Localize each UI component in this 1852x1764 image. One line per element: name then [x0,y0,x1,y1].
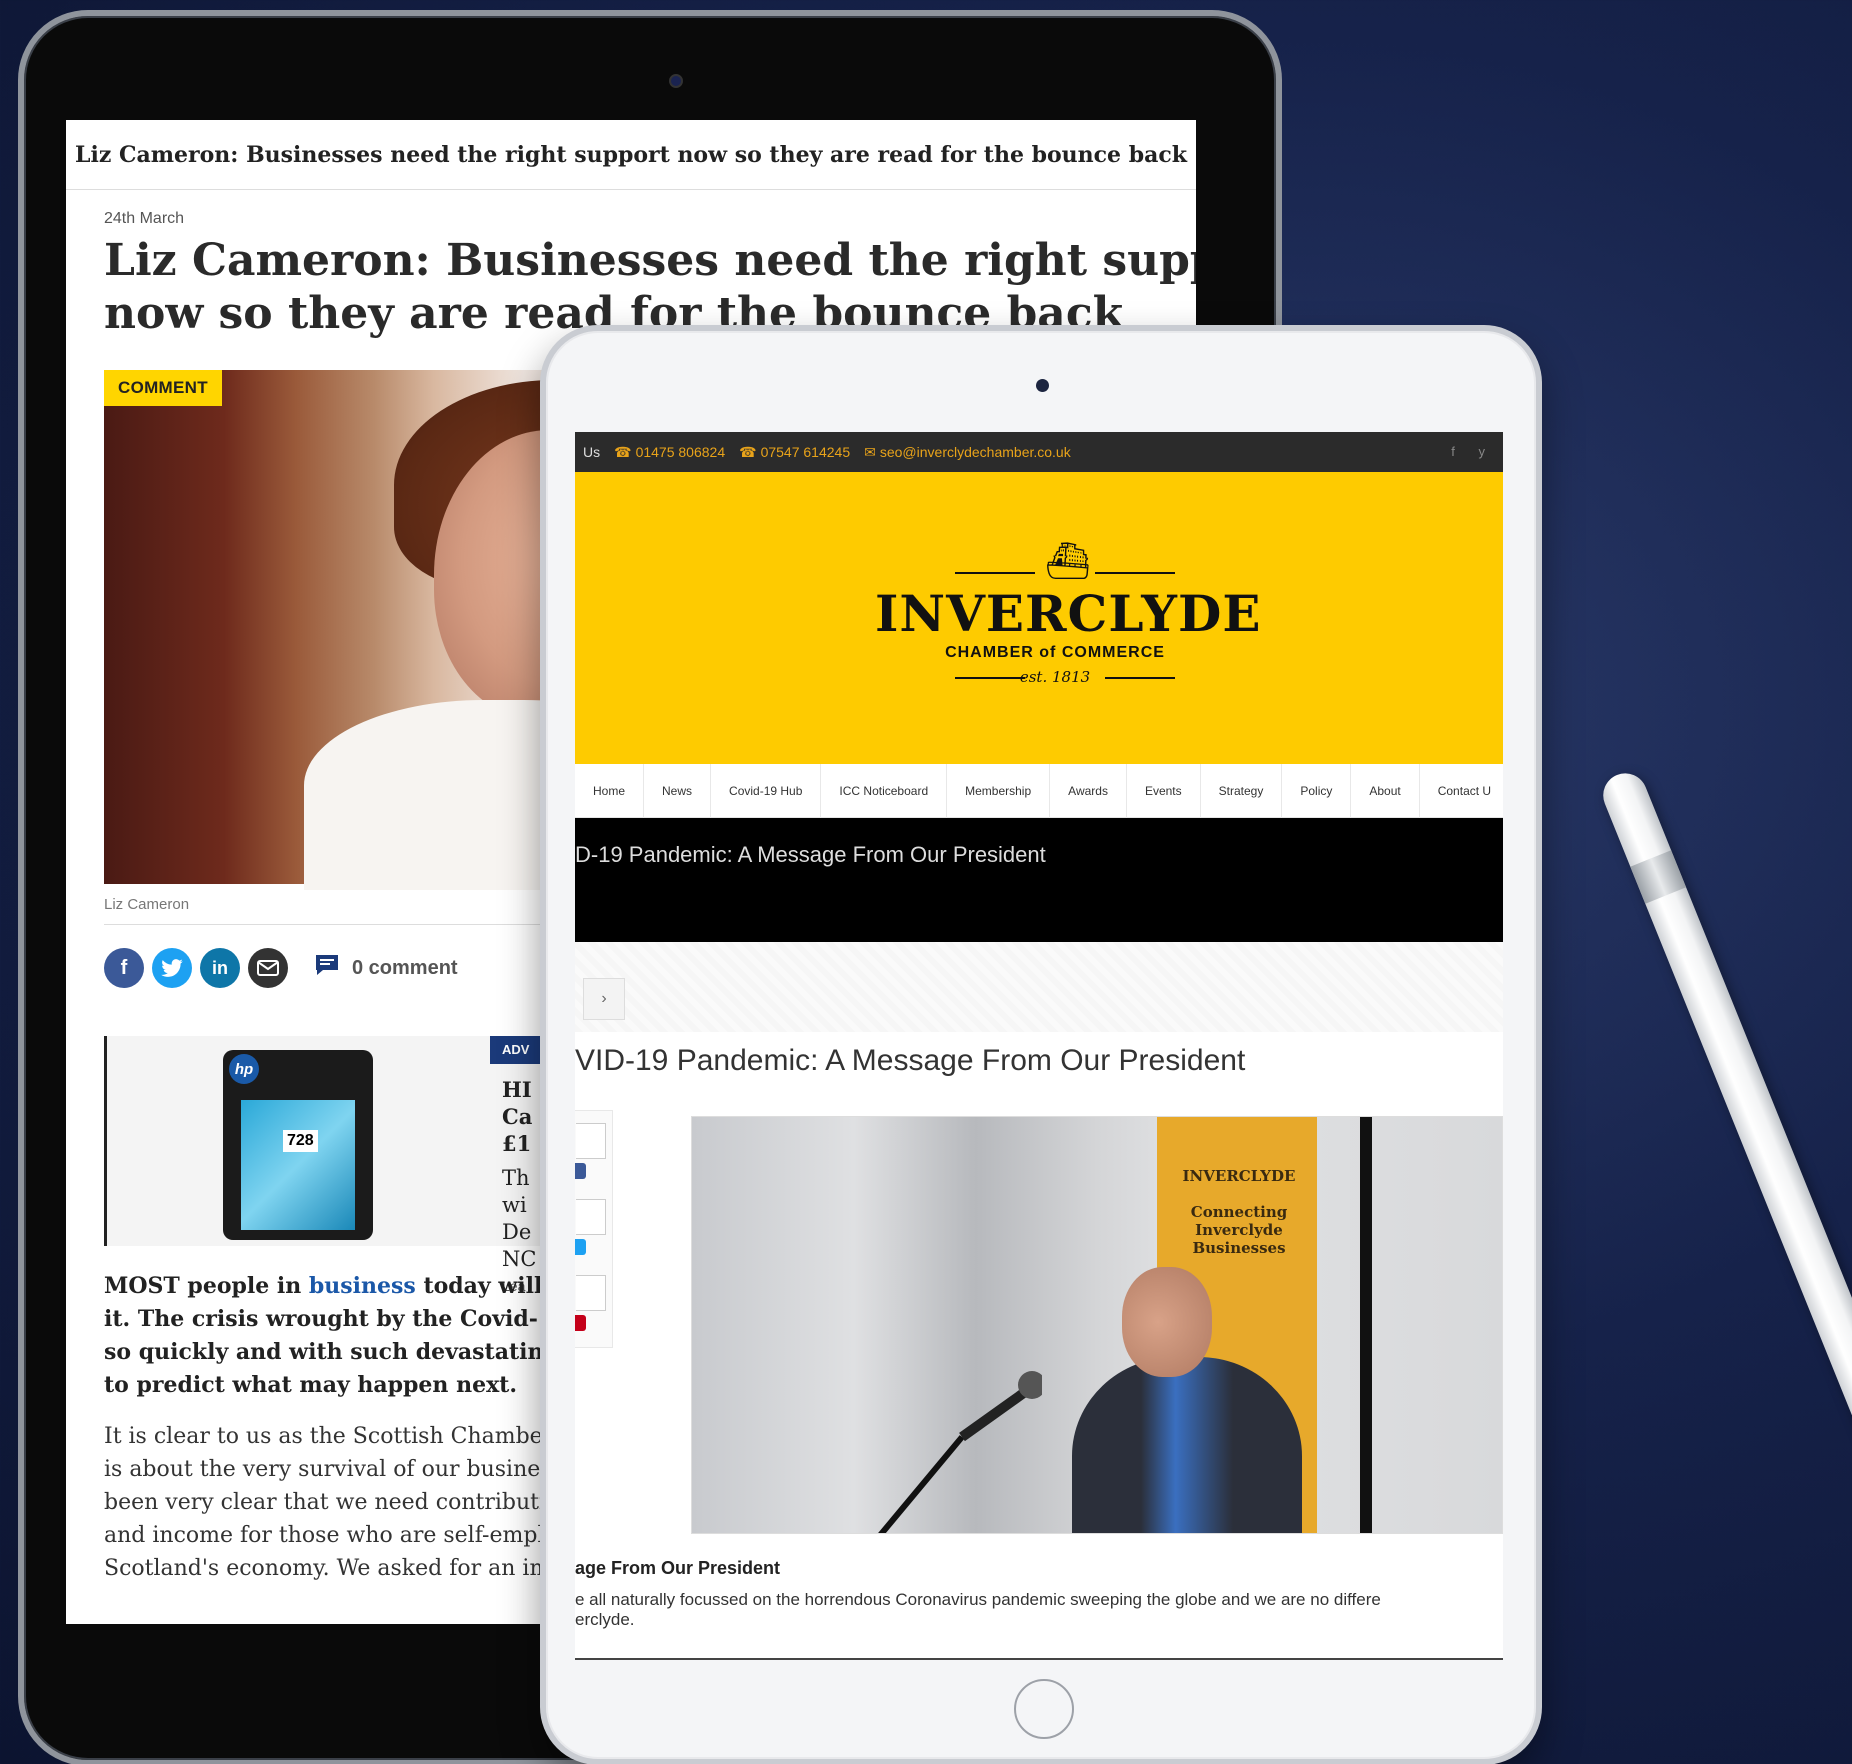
logo-rule [955,572,1035,574]
main-nav: Home News Covid-19 Hub ICC Noticeboard M… [575,763,1503,818]
post-photo: INVERCLYDE Connecting Inverclyde Busines… [691,1116,1503,1534]
ad-line: wi [502,1193,527,1217]
facebook-share-button[interactable] [575,1163,586,1179]
nav-policy[interactable]: Policy [1282,763,1352,818]
contact-topbar: Us ☎ 01475 806824 ☎ 07547 614245 ✉ seo@inve… [575,432,1503,472]
linkedin-icon[interactable]: in [200,948,240,988]
photo-pole [1360,1117,1372,1533]
nav-strategy[interactable]: Strategy [1201,763,1283,818]
paragraph-line: e all naturally focussed on the horrendo… [575,1590,1381,1609]
comment-icon [314,953,340,983]
home-button[interactable] [1014,1679,1074,1739]
ink-cartridge-image: hp 728 [223,1050,373,1240]
share-count-box [576,1275,606,1311]
ship-icon: ⛴ [1045,540,1091,581]
lead-text: MOST people in [104,1273,309,1299]
phone-icon: ☎ [739,443,757,460]
ad-line: £1 [502,1131,532,1156]
pencil-band [1630,850,1687,904]
camera-icon [669,74,683,88]
comment-count: 0 comment [352,956,458,979]
logo-subtitle: CHAMBER of COMMERCE [945,644,1165,661]
article-date: 24th March [104,210,185,227]
ad-line: Th [502,1166,530,1190]
comment-link[interactable]: 0 comment [314,953,458,983]
nav-awards[interactable]: Awards [1050,763,1127,818]
advert-text: HI Ca £1 Th wi De NC Lea [502,1076,536,1300]
ad-line: De [502,1220,532,1244]
nav-membership[interactable]: Membership [947,763,1051,818]
post-nav-bar: › [575,942,1503,1032]
photo-caption: Liz Cameron [104,896,190,913]
nav-home[interactable]: Home [575,763,645,818]
share-widget [575,1110,613,1348]
logo-rule [1095,572,1175,574]
nav-events[interactable]: Events [1127,763,1201,818]
twitter-icon[interactable] [152,948,192,988]
post-paragraph: e all naturally focussed on the horrendo… [575,1590,1503,1630]
ad-line: Ca [502,1104,533,1129]
microphone-icon [878,1371,1042,1533]
hp-logo-icon: hp [229,1054,259,1084]
share-count-box [576,1123,606,1159]
nav-noticeboard[interactable]: ICC Noticeboard [821,763,948,818]
front-tablet-screen: Us ☎ 01475 806824 ☎ 07547 614245 ✉ seo@inve… [575,432,1503,1660]
cartridge-number: 728 [283,1130,318,1152]
site-banner: ⛴ INVERCLYDE CHAMBER of COMMERCE est. 18… [575,472,1503,764]
chevron-right-icon[interactable]: › [583,978,625,1020]
phone-1[interactable]: 01475 806824 [636,444,726,460]
speaker-figure [1072,1267,1312,1533]
stylus-pencil [1596,766,1852,1720]
screen-bottom-rule [575,1658,1503,1660]
logo-name[interactable]: INVERCLYDE [875,584,1260,643]
tweet-button[interactable] [575,1239,586,1255]
phone-2[interactable]: 07547 614245 [761,444,851,460]
camera-icon [1036,379,1049,392]
banner-stand-text: INVERCLYDE Connecting Inverclyde Busines… [1182,1167,1296,1257]
post-subheading: age From Our President [575,1558,781,1578]
share-bar: f in 0 comment [104,948,458,988]
nav-contact[interactable]: Contact U [1420,764,1503,818]
site-header-title[interactable]: Liz Cameron: Businesses need the right s… [66,120,1196,190]
envelope-icon: ✉ [864,443,876,460]
logo-est: est. 1813 [1019,668,1091,686]
ad-line: NC [502,1247,537,1271]
post-title: VID-19 Pandemic: A Message From Our Pres… [575,1044,1246,1077]
ad-line: HI [502,1077,532,1102]
cartridge-graphic [241,1100,355,1230]
nav-about[interactable]: About [1351,763,1420,818]
pin-button[interactable] [575,1315,586,1331]
speaker-head [1122,1267,1212,1377]
social-links[interactable]: f y [1451,444,1495,459]
nav-covid-hub[interactable]: Covid-19 Hub [711,763,822,818]
speaker-body [1072,1357,1302,1533]
share-count-box [576,1199,606,1235]
mail-icon[interactable] [248,948,288,988]
phone-icon: ☎ [614,443,632,460]
category-badge[interactable]: COMMENT [104,370,222,406]
paragraph-line: erclyde. [575,1610,635,1629]
nav-news[interactable]: News [644,763,712,818]
email-link[interactable]: seo@inverclydechamber.co.uk [880,444,1071,460]
hero-title: D-19 Pandemic: A Message From Our Presid… [575,842,1046,867]
business-link[interactable]: business [309,1273,416,1299]
page-hero: D-19 Pandemic: A Message From Our Presid… [575,818,1503,942]
contact-us-link[interactable]: Us [583,444,600,460]
facebook-icon[interactable]: f [104,948,144,988]
